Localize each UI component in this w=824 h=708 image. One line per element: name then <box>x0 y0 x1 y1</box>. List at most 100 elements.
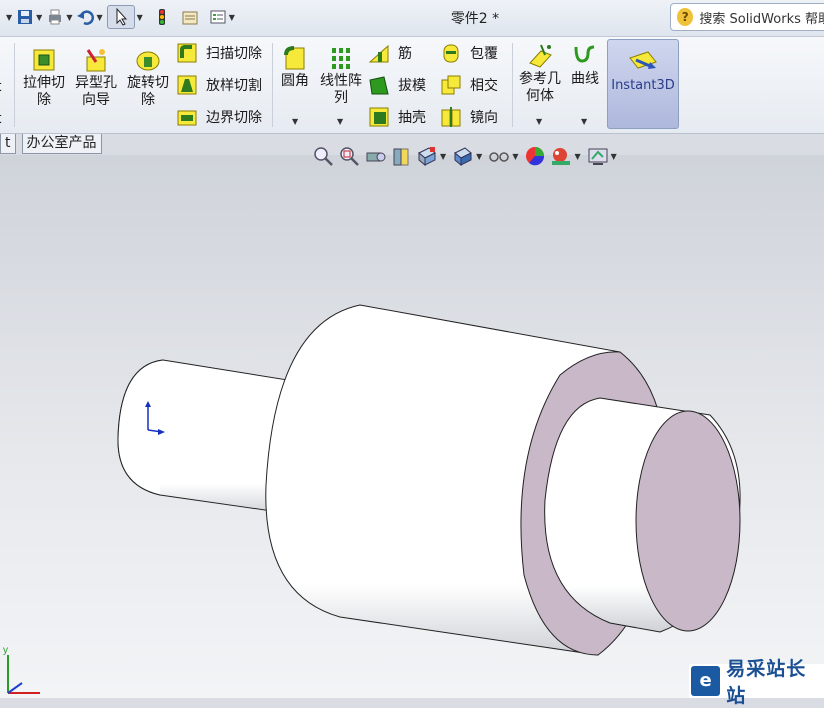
undo-icon[interactable] <box>76 8 95 26</box>
extruded-cut-label: 拉伸切除 <box>23 75 65 108</box>
document-title: 零件2 * <box>450 11 500 27</box>
edit-appearance-icon[interactable] <box>524 145 546 167</box>
svg-text:y: y <box>3 645 8 656</box>
wrap-button[interactable]: 包覆 <box>440 41 498 65</box>
fillet-dropdown-arrow[interactable]: ▼ <box>292 117 298 126</box>
draft-button[interactable]: 拔模 <box>368 73 426 97</box>
print-dropdown-arrow[interactable]: ▼ <box>66 13 72 22</box>
curves-button[interactable]: 曲线 <box>566 43 604 88</box>
mirror-icon <box>440 106 462 128</box>
section-view-icon[interactable] <box>390 145 412 167</box>
partial-tool-label-1[interactable]: t <box>0 75 2 99</box>
options-icon[interactable] <box>209 8 227 26</box>
menu-dropdown-arrow[interactable]: ▼ <box>6 13 12 22</box>
extruded-cut-icon <box>31 47 57 73</box>
rib-icon <box>368 42 390 64</box>
reference-geometry-label: 参考几何体 <box>519 71 561 104</box>
curves-dropdown-arrow[interactable]: ▼ <box>581 117 587 126</box>
rib-button[interactable]: 筋 <box>368 41 412 65</box>
file-properties-icon[interactable] <box>181 8 199 26</box>
previous-view-icon[interactable] <box>364 145 386 167</box>
lofted-cut-button[interactable]: 放样切割 <box>176 73 262 97</box>
wrap-label: 包覆 <box>470 46 498 62</box>
linear-pattern-dropdown-arrow[interactable]: ▼ <box>337 117 343 126</box>
tab-partial[interactable]: t <box>0 134 16 154</box>
save-icon[interactable] <box>16 8 34 26</box>
extruded-cut-button[interactable]: 拉伸切除 <box>20 47 68 109</box>
shell-label: 抽壳 <box>398 110 426 126</box>
reference-geometry-button[interactable]: 参考几何体 <box>516 43 564 105</box>
boundary-cut-label: 边界切除 <box>206 110 262 126</box>
watermark-logo-text: 易采站长站 <box>726 658 807 707</box>
undo-dropdown-arrow[interactable]: ▼ <box>96 13 102 22</box>
options-dropdown-arrow[interactable]: ▼ <box>229 13 235 22</box>
draft-icon <box>368 74 390 96</box>
hide-show-dropdown-arrow[interactable]: ▼ <box>512 152 518 161</box>
apply-scene-dropdown-arrow[interactable]: ▼ <box>574 152 580 161</box>
command-manager-ribbon: t t 拉伸切除 异型孔向导 旋转切除 扫描切除 放样切割 边界切除 <box>0 37 824 134</box>
boundary-cut-icon <box>176 106 198 128</box>
swept-cut-button[interactable]: 扫描切除 <box>176 41 262 65</box>
command-tabs: t 办公室产品 <box>0 134 102 154</box>
quick-access-toolbar: ▼ ▼ ▼ ▼ ▼ ▼ <box>4 5 239 29</box>
intersect-label: 相交 <box>470 78 498 94</box>
watermark-logo-icon: e <box>691 666 721 696</box>
fillet-button[interactable]: 圆角 <box>276 45 314 90</box>
revolved-cut-button[interactable]: 旋转切除 <box>124 47 172 109</box>
rib-label: 筋 <box>398 46 412 62</box>
reference-geometry-dropdown-arrow[interactable]: ▼ <box>536 117 542 126</box>
mirror-button[interactable]: 镜向 <box>440 105 498 129</box>
zoom-to-fit-icon[interactable] <box>312 145 334 167</box>
revolved-cut-label: 旋转切除 <box>127 75 169 108</box>
wrap-icon <box>440 42 462 64</box>
mirror-label: 镜向 <box>470 110 498 126</box>
ribbon-separator <box>14 43 15 127</box>
boundary-cut-button[interactable]: 边界切除 <box>176 105 262 129</box>
graphics-area[interactable]: y <box>0 155 824 698</box>
partial-tool-label-2[interactable]: t <box>0 107 2 131</box>
search-box[interactable]: ? 搜索 SolidWorks 帮助 <box>670 3 824 31</box>
shell-icon <box>368 106 390 128</box>
reference-geometry-icon <box>527 43 553 69</box>
view-settings-icon[interactable] <box>587 145 609 167</box>
instant3d-icon <box>628 48 658 74</box>
right-shaft[interactable] <box>544 397 741 633</box>
view-settings-dropdown-arrow[interactable]: ▼ <box>611 152 617 161</box>
shell-button[interactable]: 抽壳 <box>368 105 426 129</box>
watermark-logo: e 易采站长站 <box>689 658 824 707</box>
fillet-label: 圆角 <box>281 73 309 89</box>
hole-wizard-button[interactable]: 异型孔向导 <box>72 47 120 109</box>
view-orientation-icon[interactable] <box>416 145 438 167</box>
hole-wizard-icon <box>83 47 109 73</box>
print-icon[interactable] <box>46 8 64 26</box>
select-icon[interactable] <box>106 5 135 29</box>
save-dropdown-arrow[interactable]: ▼ <box>36 13 42 22</box>
hole-wizard-label: 异型孔向导 <box>75 75 117 108</box>
model-viewport[interactable]: y <box>0 155 824 698</box>
intersect-button[interactable]: 相交 <box>440 73 498 97</box>
display-style-dropdown-arrow[interactable]: ▼ <box>476 152 482 161</box>
lofted-cut-label: 放样切割 <box>206 78 262 94</box>
linear-pattern-icon <box>328 45 354 71</box>
display-style-icon[interactable] <box>452 145 474 167</box>
linear-pattern-button[interactable]: 线性阵列 <box>318 45 364 107</box>
help-icon: ? <box>677 8 694 26</box>
ribbon-separator <box>512 43 513 127</box>
intersect-icon <box>440 74 462 96</box>
triad-icon: y <box>3 645 40 694</box>
rebuild-icon[interactable] <box>153 8 171 26</box>
instant3d-button[interactable]: Instant3D <box>607 39 679 129</box>
select-dropdown-arrow[interactable]: ▼ <box>137 13 143 22</box>
title-bar: ▼ ▼ ▼ ▼ ▼ ▼ 零件2 * ? 搜索 SolidWorks 帮助 <box>0 0 824 37</box>
search-input[interactable]: 搜索 SolidWorks 帮助 <box>699 8 824 27</box>
apply-scene-icon[interactable] <box>550 145 572 167</box>
tab-office-products[interactable]: 办公室产品 <box>21 134 102 154</box>
hide-show-items-icon[interactable] <box>488 145 510 167</box>
view-orientation-dropdown-arrow[interactable]: ▼ <box>440 152 446 161</box>
right-shaft-end-face[interactable] <box>635 410 741 632</box>
linear-pattern-label: 线性阵列 <box>320 73 362 106</box>
revolved-cut-icon <box>135 47 161 73</box>
zoom-to-area-icon[interactable] <box>338 145 360 167</box>
ribbon-separator <box>272 43 273 127</box>
curves-icon <box>572 43 598 69</box>
